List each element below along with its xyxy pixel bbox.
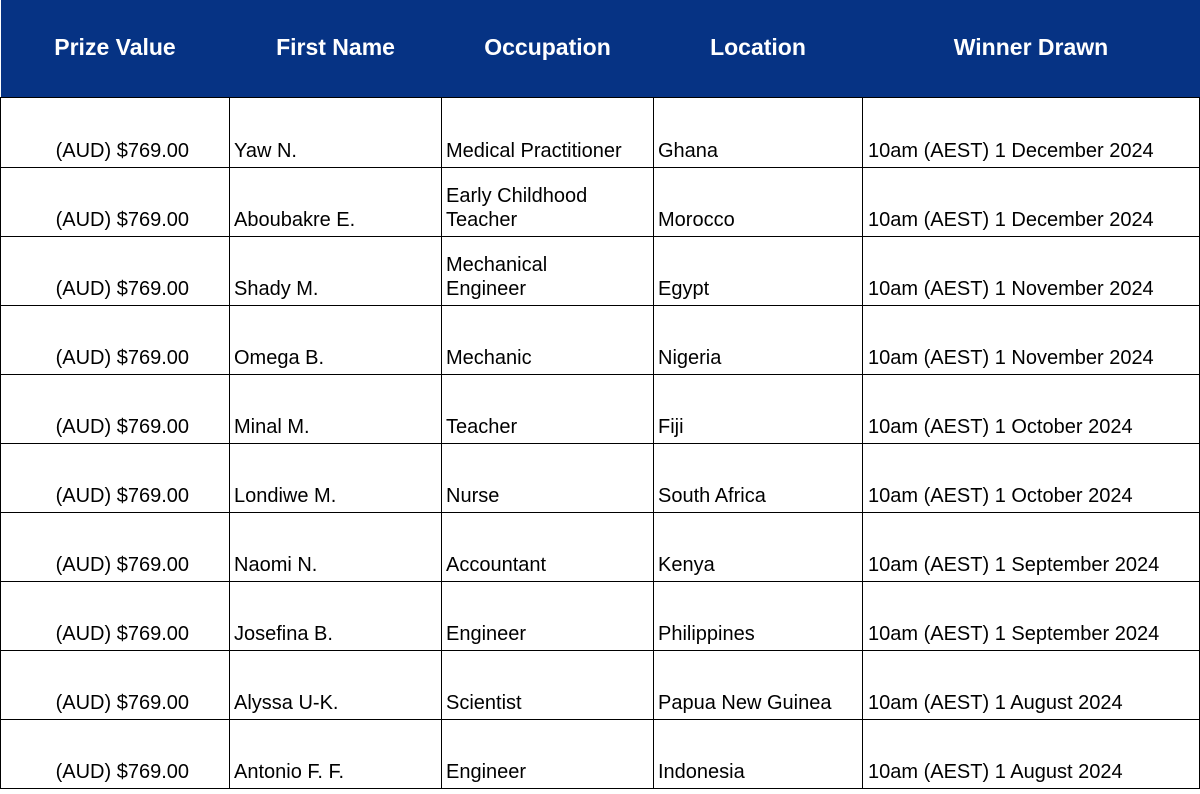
occupation-cell: Medical Practitioner: [441, 96, 654, 168]
first-name-cell: Yaw N.: [229, 96, 442, 168]
first-name-cell: Londiwe M.: [229, 442, 442, 513]
prize-value-cell: (AUD) $769.00: [0, 442, 230, 513]
winner-drawn-cell: 10am (AEST) 1 November 2024: [862, 304, 1200, 375]
header-location: Location: [653, 0, 863, 97]
location-cell: Egypt: [653, 235, 863, 306]
location-cell: Kenya: [653, 511, 863, 582]
first-name-cell: Alyssa U-K.: [229, 649, 442, 720]
occupation-cell: Mechanic: [441, 304, 654, 375]
occupation-line: Engineer: [446, 622, 527, 645]
table-row: (AUD) $769.00 Alyssa U-K. Scientist Papua N…: [0, 649, 1200, 720]
table-row: (AUD) $769.00 Josefina B. Engineer Philippi…: [0, 580, 1200, 651]
occupation-line: Mechanic: [446, 346, 532, 369]
prize-value-cell: (AUD) $769.00: [0, 235, 230, 306]
location-cell: Nigeria: [653, 304, 863, 375]
occupation-line: Nurse: [446, 484, 500, 507]
occupation-cell: Accountant: [441, 511, 654, 582]
header-occupation: Occupation: [441, 0, 654, 97]
location-cell: Philippines: [653, 580, 863, 651]
location-cell: Papua New Guinea: [653, 649, 863, 720]
table-row: (AUD) $769.00 Omega B. Mechanic Nigeria 10am…: [0, 304, 1200, 375]
occupation-cell: Engineer: [441, 580, 654, 651]
prize-value-cell: (AUD) $769.00: [0, 580, 230, 651]
winner-drawn-cell: 10am (AEST) 1 September 2024: [862, 580, 1200, 651]
occupation-line: Medical Practitioner: [446, 139, 622, 162]
winners-table: Prize Value First Name Occupation Locati…: [0, 0, 1200, 789]
location-cell: Morocco: [653, 166, 863, 237]
first-name-cell: Minal M.: [229, 373, 442, 444]
occupation-line: Engineer: [446, 277, 527, 300]
prize-value-cell: (AUD) $769.00: [0, 373, 230, 444]
table-row: (AUD) $769.00 Minal M. Teacher Fiji 10am (AE…: [0, 373, 1200, 444]
occupation-line: Mechanical: [446, 253, 548, 276]
table-row: (AUD) $769.00 Aboubakre E. Early Childhood…: [0, 166, 1200, 237]
winner-drawn-cell: 10am (AEST) 1 September 2024: [862, 511, 1200, 582]
winner-drawn-cell: 10am (AEST) 1 October 2024: [862, 442, 1200, 513]
occupation-line: Engineer: [446, 760, 527, 783]
table-row: (AUD) $769.00 Yaw N. Medical Practitioner G…: [0, 96, 1200, 168]
table-header: Prize Value First Name Occupation Locati…: [0, 0, 1200, 97]
occupation-cell: Mechanical Engineer: [441, 235, 654, 306]
winner-drawn-cell: 10am (AEST) 1 December 2024: [862, 166, 1200, 237]
occupation-line: Accountant: [446, 553, 547, 576]
occupation-line: Scientist: [446, 691, 522, 714]
table-body: (AUD) $769.00 Yaw N. Medical Practitioner G…: [0, 96, 1200, 789]
occupation-line: Early Childhood: [446, 184, 588, 207]
winner-drawn-cell: 10am (AEST) 1 November 2024: [862, 235, 1200, 306]
occupation-cell: Scientist: [441, 649, 654, 720]
occupation-cell: Nurse: [441, 442, 654, 513]
winner-drawn-cell: 10am (AEST) 1 October 2024: [862, 373, 1200, 444]
prize-value-cell: (AUD) $769.00: [0, 718, 230, 789]
prize-value-cell: (AUD) $769.00: [0, 511, 230, 582]
winner-drawn-cell: 10am (AEST) 1 August 2024: [862, 649, 1200, 720]
header-winner-drawn: Winner Drawn: [862, 0, 1200, 97]
header-row: Prize Value First Name Occupation Locati…: [0, 0, 1200, 97]
table-row: (AUD) $769.00 Shady M. Mechanical Engineer E…: [0, 235, 1200, 306]
table-row: (AUD) $769.00 Naomi N. Accountant Kenya 10am…: [0, 511, 1200, 582]
prize-value-cell: (AUD) $769.00: [0, 96, 230, 168]
first-name-cell: Omega B.: [229, 304, 442, 375]
table-row: (AUD) $769.00 Antonio F. F. Engineer Indone…: [0, 718, 1200, 789]
first-name-cell: Shady M.: [229, 235, 442, 306]
location-cell: Fiji: [653, 373, 863, 444]
occupation-line: Teacher: [446, 415, 518, 438]
first-name-cell: Antonio F. F.: [229, 718, 442, 789]
winner-drawn-cell: 10am (AEST) 1 December 2024: [862, 96, 1200, 168]
occupation-cell: Early Childhood Teacher: [441, 166, 654, 237]
first-name-cell: Aboubakre E.: [229, 166, 442, 237]
first-name-cell: Naomi N.: [229, 511, 442, 582]
header-first-name: First Name: [229, 0, 442, 97]
winner-drawn-cell: 10am (AEST) 1 August 2024: [862, 718, 1200, 789]
location-cell: Indonesia: [653, 718, 863, 789]
location-cell: South Africa: [653, 442, 863, 513]
first-name-cell: Josefina B.: [229, 580, 442, 651]
prize-value-cell: (AUD) $769.00: [0, 166, 230, 237]
location-cell: Ghana: [653, 96, 863, 168]
prize-value-cell: (AUD) $769.00: [0, 304, 230, 375]
prize-value-cell: (AUD) $769.00: [0, 649, 230, 720]
occupation-cell: Teacher: [441, 373, 654, 444]
occupation-cell: Engineer: [441, 718, 654, 789]
table-row: (AUD) $769.00 Londiwe M. Nurse South Africa…: [0, 442, 1200, 513]
occupation-line: Teacher: [446, 208, 518, 231]
header-prize-value: Prize Value: [0, 0, 230, 97]
